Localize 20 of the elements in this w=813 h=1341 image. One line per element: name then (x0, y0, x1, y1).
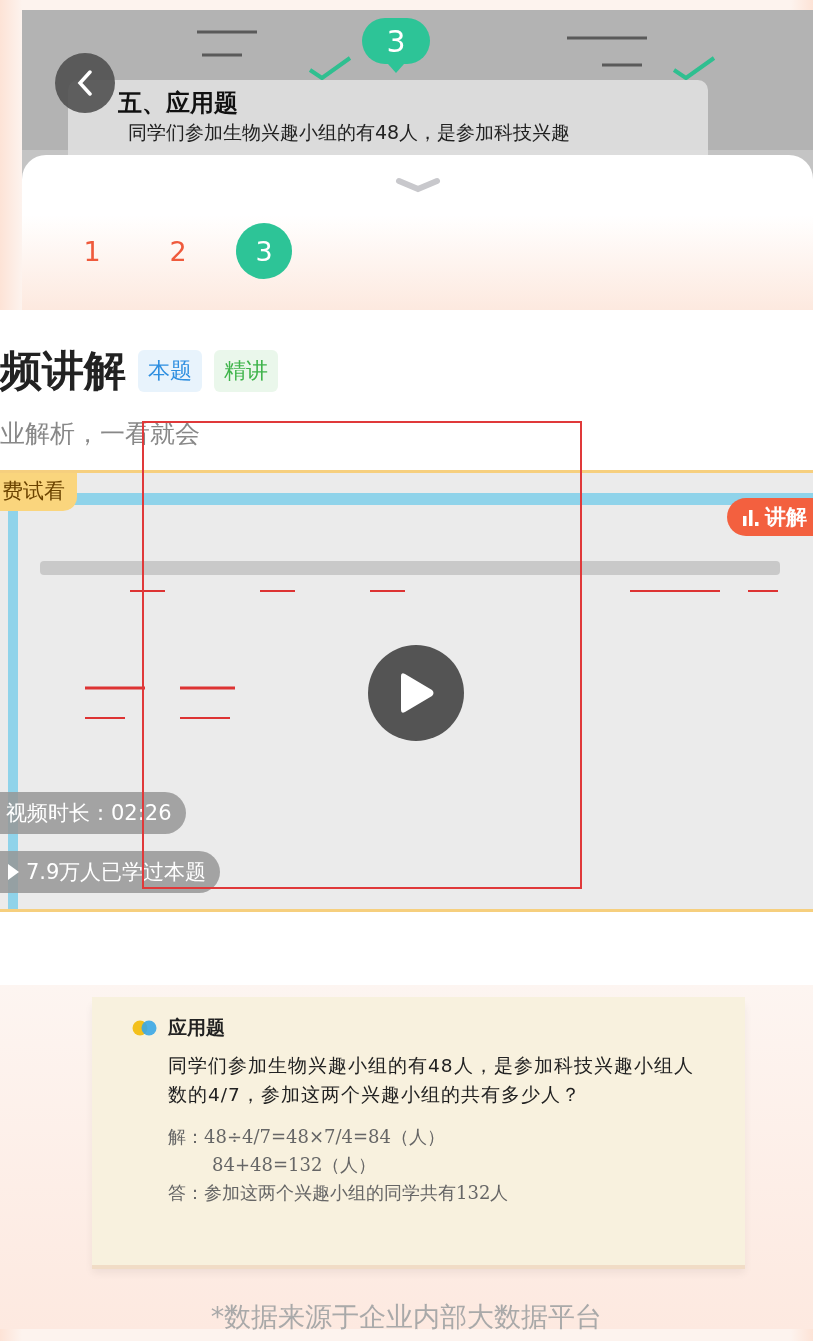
solution-line: 84+48=132（人） (211, 1153, 378, 1177)
question-text: 同学们参加生物兴趣小组的有48人，是参加科技兴趣小组人数的4/7，参加这两个兴趣小组的共有多少人？ (168, 1054, 695, 1107)
back-icon (77, 70, 93, 96)
solution-line: 答：参加这两个兴趣小组的同学共有132人 (168, 1181, 510, 1205)
dots-icon (132, 1020, 158, 1036)
card-title: 应用题 (168, 1015, 225, 1040)
tag: 精讲 (214, 350, 278, 392)
question-tab[interactable]: 3 (236, 223, 292, 279)
status-label: 讲解 (765, 504, 807, 531)
trial-badge: 费试看 (0, 473, 77, 511)
play-icon (6, 863, 20, 881)
question-tab[interactable]: 1 (64, 223, 120, 279)
solution-line: 解：48÷4/7=48×7/4=84（人） (168, 1125, 446, 1149)
question-text: 同学们参加生物兴趣小组的有48人，是参加科技兴趣 (128, 120, 572, 145)
bars-icon (743, 508, 759, 526)
question-title: 五、应用题 (118, 88, 239, 118)
learners-label: 7.9万人已学过本题 (26, 859, 207, 886)
footnote: *数据来源于企业内部大数据平台 (209, 1300, 604, 1334)
question-tab[interactable]: 2 (150, 223, 206, 279)
tag: 本题 (138, 350, 202, 392)
